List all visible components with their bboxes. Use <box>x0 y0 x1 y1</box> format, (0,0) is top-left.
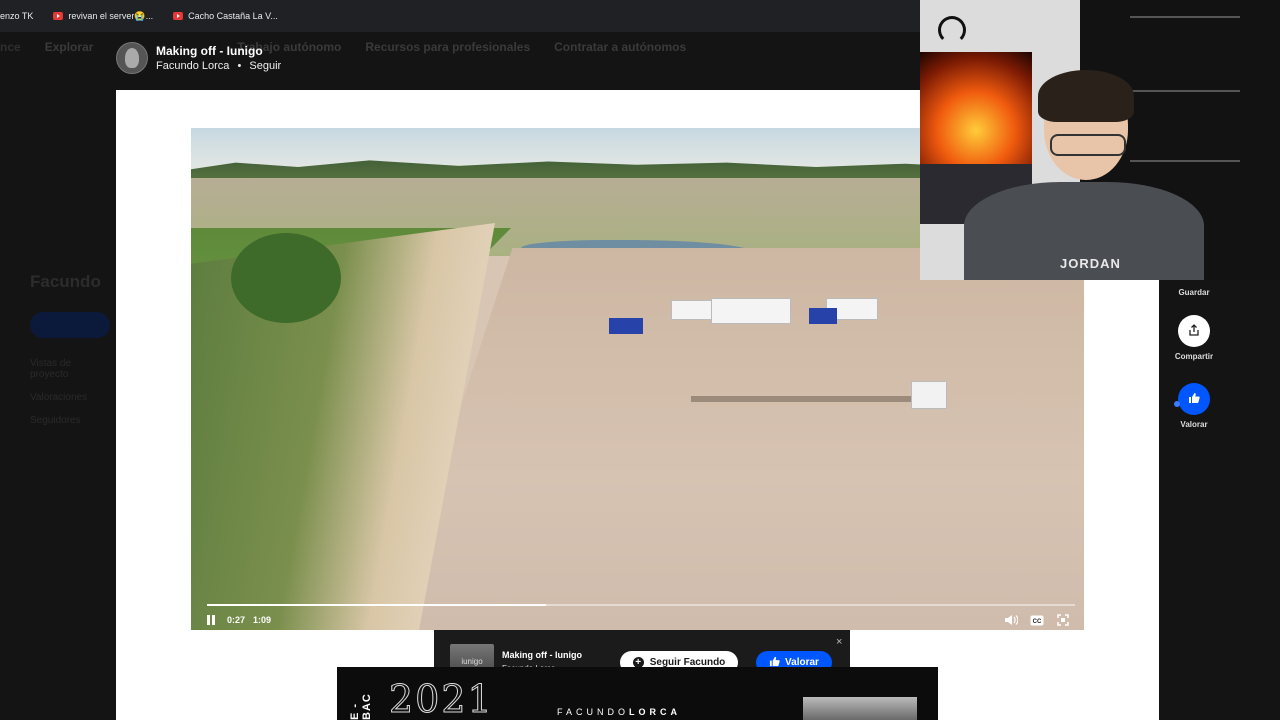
bookmark-2[interactable]: Cacho Castaña La V... <box>163 11 288 21</box>
next-project-image: E - BAC 2021 FACUNDOLORCA <box>337 667 938 720</box>
bookmark-label: enzo TK <box>0 11 34 21</box>
webcam-shirt-logo: JORDAN <box>1060 256 1121 271</box>
video-frame-truck <box>671 300 713 320</box>
save-label[interactable]: Guardar <box>1158 288 1230 297</box>
webcam-lamp <box>938 16 966 44</box>
captions-icon[interactable]: CC <box>1030 614 1044 626</box>
next-image-photo <box>803 697 917 720</box>
video-duration: 1:09 <box>253 615 272 625</box>
video-frame-tree <box>231 233 341 323</box>
bg-stat: Valoraciones <box>30 392 88 403</box>
close-icon[interactable]: × <box>836 636 842 648</box>
rate-label: Valorar <box>1180 420 1208 429</box>
video-progress-bar[interactable] <box>207 604 1075 606</box>
bg-profile-name: Facundo <box>30 272 101 291</box>
rate-indicator-dot <box>1174 401 1180 407</box>
volume-icon[interactable] <box>1004 614 1018 626</box>
avatar[interactable] <box>116 42 148 74</box>
share-button[interactable] <box>1178 315 1210 347</box>
video-frame-shadow <box>691 396 911 402</box>
youtube-icon <box>53 12 64 20</box>
video-frame-tent <box>609 318 643 334</box>
project-header: Making off - Iunigo Facundo Lorca • Segu… <box>116 42 281 74</box>
webcam-overlay: JORDAN <box>920 0 1280 280</box>
video-frame-screen <box>911 381 947 409</box>
video-frame-truck <box>711 298 791 324</box>
action-rail: Guardar Compartir Valorar <box>1158 280 1230 429</box>
pause-icon[interactable] <box>207 615 217 625</box>
video-controls: 0:27 1:09 CC <box>191 610 1084 630</box>
video-progress-fill <box>207 604 546 606</box>
next-image-year: 2021 <box>389 677 494 720</box>
thumbnail-text: iunigo <box>461 656 483 666</box>
follow-link[interactable]: Seguir <box>249 60 281 72</box>
video-frame-tent <box>809 308 837 324</box>
video-current-time: 0:27 <box>227 615 246 625</box>
bookmark-label: revivan el server😭... <box>68 10 154 21</box>
project-byline: Facundo Lorca • Seguir <box>156 60 281 72</box>
bookmark-label: Cacho Castaña La V... <box>188 11 278 21</box>
credit-last: LORCA <box>629 707 682 717</box>
credit-first: FACUNDO <box>557 707 630 717</box>
follow-bar-title: Making off - Iunigo <box>502 650 582 660</box>
bg-logo: nce <box>0 40 21 54</box>
byline-separator: • <box>237 60 242 72</box>
bg-follow-pill <box>30 312 110 338</box>
next-image-vertical-text: E - BAC <box>349 693 373 720</box>
webcam-glasses <box>1050 134 1126 156</box>
bg-stat: Vistas de proyecto <box>30 358 71 380</box>
bookmark-0[interactable]: enzo TK <box>0 11 43 21</box>
youtube-icon <box>173 12 184 20</box>
svg-text:CC: CC <box>1033 619 1042 625</box>
author-link[interactable]: Facundo Lorca <box>156 60 229 72</box>
webcam-hair <box>1038 70 1134 122</box>
rate-button[interactable] <box>1174 383 1210 415</box>
webcam-person: JORDAN <box>964 70 1204 280</box>
fullscreen-icon[interactable] <box>1056 614 1070 626</box>
thumbs-up-icon <box>1188 392 1200 406</box>
background-profile: Facundo Vistas de proyecto Valoraciones … <box>30 262 110 438</box>
share-label: Compartir <box>1174 352 1214 361</box>
background-nav: nce Explorar Trabajo autónomo Recursos p… <box>0 40 686 54</box>
bg-nav-explore: Explorar <box>44 40 94 54</box>
next-image-credit: FACUNDOLORCA <box>557 707 681 717</box>
bg-nav-hire: Contratar a autónomos <box>554 40 687 54</box>
bookmark-1[interactable]: revivan el server😭... <box>43 11 163 22</box>
video-controls-right: CC <box>1004 614 1070 626</box>
bg-stat: Seguidores <box>30 415 81 426</box>
bg-nav-resources: Recursos para profesionales <box>365 40 531 54</box>
project-title: Making off - Iunigo <box>156 44 263 58</box>
share-icon <box>1188 324 1200 338</box>
